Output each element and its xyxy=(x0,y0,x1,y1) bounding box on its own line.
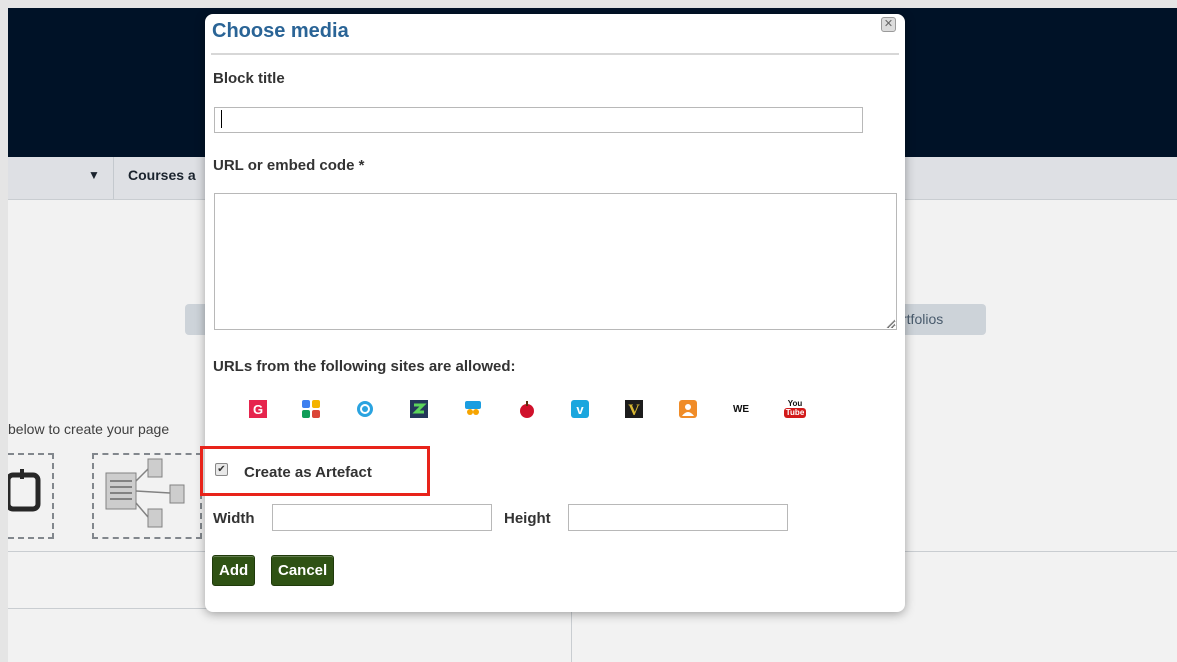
scivee-icon xyxy=(408,398,430,420)
title-divider xyxy=(211,53,899,55)
svg-text:v: v xyxy=(576,402,584,417)
cancel-button[interactable]: Cancel xyxy=(271,555,335,586)
close-icon[interactable]: ✕ xyxy=(881,17,896,32)
google-icon: G xyxy=(247,398,269,420)
wikieducator-icon: WE xyxy=(730,398,752,420)
voki-icon: V xyxy=(623,398,645,420)
width-label: Width xyxy=(213,510,255,527)
create-artefact-label: Create as Artefact xyxy=(244,464,372,481)
teachertube-icon xyxy=(516,398,538,420)
url-label: URL or embed code * xyxy=(213,157,365,174)
youtube-icon: You Tube xyxy=(783,398,807,420)
block-title-input[interactable] xyxy=(214,107,863,133)
google-apps-icon xyxy=(300,398,322,420)
resize-grip-icon[interactable] xyxy=(885,318,895,328)
slideshare-icon xyxy=(462,398,484,420)
youtube-label-top: You xyxy=(787,399,803,408)
text-cursor xyxy=(221,110,222,128)
block-title-label: Block title xyxy=(213,70,285,87)
svg-text:V: V xyxy=(628,402,640,419)
url-embed-textarea[interactable] xyxy=(214,193,897,330)
vimeo-icon: v xyxy=(569,398,591,420)
allowed-sites-label: URLs from the following sites are allowe… xyxy=(213,358,516,375)
youtube-label-bottom: Tube xyxy=(783,408,807,418)
add-button[interactable]: Add xyxy=(212,555,256,586)
dialog-title: Choose media xyxy=(212,20,349,42)
allowed-sites-list: G v V WE You Tube xyxy=(247,398,817,420)
prezi-icon xyxy=(354,398,376,420)
height-label: Height xyxy=(504,510,551,527)
height-input[interactable] xyxy=(568,504,788,531)
create-artefact-checkbox[interactable]: ✔ xyxy=(215,463,228,476)
wikieducator-label: WE xyxy=(732,403,750,415)
width-input[interactable] xyxy=(272,504,492,531)
svg-text:G: G xyxy=(253,402,263,417)
voicethread-icon xyxy=(677,398,699,420)
